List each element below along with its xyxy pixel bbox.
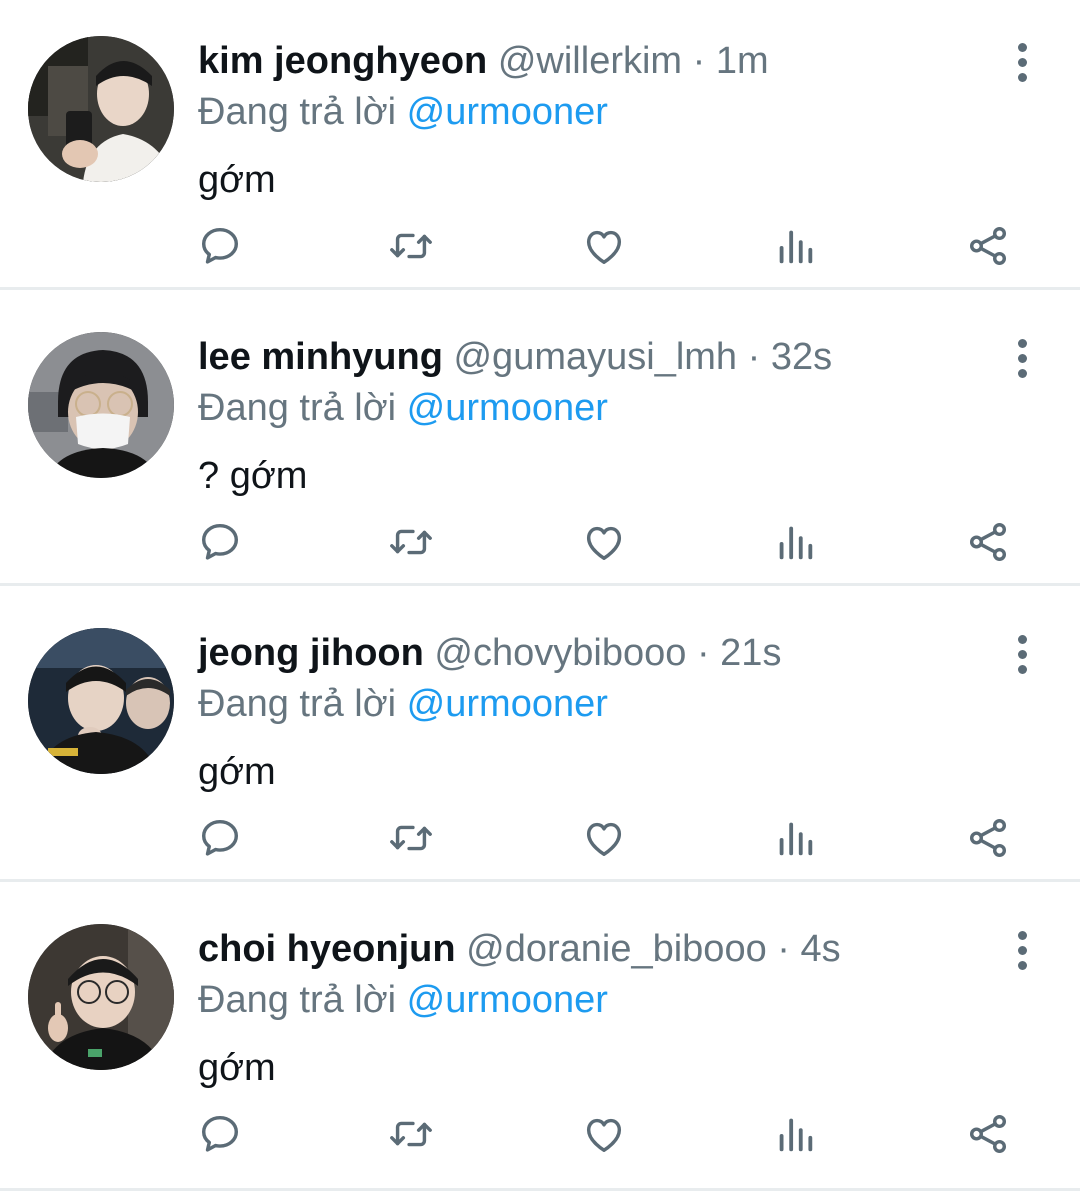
display-name[interactable]: choi hyeonjun — [198, 928, 456, 970]
retweet-icon — [390, 233, 432, 259]
more-vertical-icon[interactable] — [1002, 338, 1042, 378]
tweet-card[interactable]: jeong jihoon @chovybibooo · 21s Đang trả… — [0, 592, 1080, 882]
action-bar — [0, 216, 1080, 276]
action-bar — [0, 808, 1080, 868]
replying-to: Đang trả lời @urmooner — [198, 89, 608, 135]
timestamp[interactable]: 21s — [720, 632, 781, 674]
views-icon — [779, 1118, 813, 1152]
heart-icon — [586, 526, 622, 561]
replying-to: Đang trả lời @urmooner — [198, 385, 608, 431]
user-handle[interactable]: @gumayusi_lmh — [453, 336, 737, 378]
heart-icon — [586, 1118, 622, 1153]
mention-link[interactable]: @urmooner — [407, 979, 608, 1021]
separator: · — [737, 336, 771, 378]
mention-link[interactable]: @urmooner — [407, 683, 608, 725]
reply-button[interactable] — [190, 808, 250, 868]
retweet-icon — [390, 825, 432, 851]
views-icon — [779, 230, 813, 264]
share-button[interactable] — [958, 216, 1018, 276]
reply-button[interactable] — [190, 216, 250, 276]
tweet-header: choi hyeonjun @doranie_bibooo · 4s — [198, 926, 841, 972]
share-icon — [969, 523, 1007, 561]
timestamp[interactable]: 4s — [801, 928, 841, 970]
tweet-card[interactable]: kim jeonghyeon @willerkim · 1m Đang trả … — [0, 0, 1080, 290]
tweet-text: gớm — [198, 1047, 276, 1089]
share-button[interactable] — [958, 1104, 1018, 1164]
reply-icon — [201, 227, 239, 264]
avatar[interactable] — [28, 924, 174, 1070]
user-handle[interactable]: @doranie_bibooo — [466, 928, 767, 970]
views-button[interactable] — [765, 512, 825, 572]
retweet-button[interactable] — [381, 808, 441, 868]
action-bar — [0, 1104, 1080, 1164]
replying-to-label: Đang trả lời — [198, 387, 407, 429]
tweet-header: jeong jihoon @chovybibooo · 21s — [198, 630, 781, 676]
replying-to-label: Đang trả lời — [198, 91, 407, 133]
display-name[interactable]: kim jeonghyeon — [198, 40, 487, 82]
retweet-button[interactable] — [381, 512, 441, 572]
tweet-card[interactable]: lee minhyung @gumayusi_lmh · 32s Đang tr… — [0, 296, 1080, 586]
action-bar — [0, 512, 1080, 572]
heart-icon — [586, 230, 622, 265]
more-vertical-icon[interactable] — [1002, 930, 1042, 970]
reply-icon — [201, 819, 239, 856]
views-button[interactable] — [765, 808, 825, 868]
timestamp[interactable]: 1m — [716, 40, 769, 82]
like-button[interactable] — [574, 808, 634, 868]
like-button[interactable] — [574, 512, 634, 572]
tweet-header: kim jeonghyeon @willerkim · 1m — [198, 38, 769, 84]
display-name[interactable]: lee minhyung — [198, 336, 443, 378]
reply-feed: kim jeonghyeon @willerkim · 1m Đang trả … — [0, 0, 1080, 1193]
mention-link[interactable]: @urmooner — [407, 91, 608, 133]
like-button[interactable] — [574, 1104, 634, 1164]
user-handle[interactable]: @chovybibooo — [434, 632, 686, 674]
tweet-header: lee minhyung @gumayusi_lmh · 32s — [198, 334, 832, 380]
timestamp[interactable]: 32s — [771, 336, 832, 378]
views-icon — [779, 526, 813, 560]
share-icon — [969, 227, 1007, 265]
retweet-icon — [390, 529, 432, 555]
retweet-button[interactable] — [381, 1104, 441, 1164]
views-icon — [779, 822, 813, 856]
views-button[interactable] — [765, 1104, 825, 1164]
share-icon — [969, 1115, 1007, 1153]
replying-to-label: Đang trả lời — [198, 683, 407, 725]
views-button[interactable] — [765, 216, 825, 276]
tweet-card[interactable]: choi hyeonjun @doranie_bibooo · 4s Đang … — [0, 888, 1080, 1191]
retweet-button[interactable] — [381, 216, 441, 276]
retweet-icon — [390, 1121, 432, 1147]
more-vertical-icon[interactable] — [1002, 634, 1042, 674]
mention-link[interactable]: @urmooner — [407, 387, 608, 429]
separator: · — [682, 40, 716, 82]
like-button[interactable] — [574, 216, 634, 276]
separator: · — [766, 928, 801, 970]
share-button[interactable] — [958, 512, 1018, 572]
avatar[interactable] — [28, 36, 174, 182]
heart-icon — [586, 822, 622, 857]
reply-icon — [201, 1115, 239, 1152]
share-icon — [969, 819, 1007, 857]
avatar[interactable] — [28, 332, 174, 478]
separator: · — [686, 632, 721, 674]
user-handle[interactable]: @willerkim — [498, 40, 682, 82]
display-name[interactable]: jeong jihoon — [198, 632, 424, 674]
reply-button[interactable] — [190, 1104, 250, 1164]
tweet-text: ? gớm — [198, 455, 308, 497]
reply-icon — [201, 523, 239, 560]
share-button[interactable] — [958, 808, 1018, 868]
tweet-text: gớm — [198, 159, 276, 201]
reply-button[interactable] — [190, 512, 250, 572]
avatar[interactable] — [28, 628, 174, 774]
replying-to-label: Đang trả lời — [198, 979, 407, 1021]
more-vertical-icon[interactable] — [1002, 42, 1042, 82]
tweet-text: gớm — [198, 751, 276, 793]
replying-to: Đang trả lời @urmooner — [198, 681, 608, 727]
replying-to: Đang trả lời @urmooner — [198, 977, 608, 1023]
